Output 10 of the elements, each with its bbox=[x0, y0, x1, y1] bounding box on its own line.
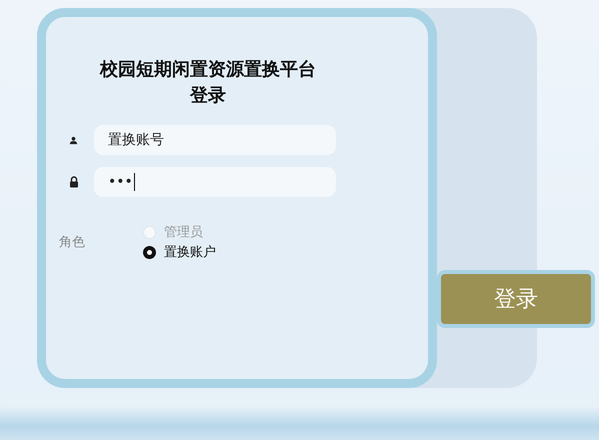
role-label: 角色 bbox=[59, 234, 86, 251]
page-title: 校园短期闲置资源置换平台 bbox=[98, 58, 317, 82]
radio-label: 管理员 bbox=[164, 224, 203, 241]
radio-label: 置换账户 bbox=[164, 244, 216, 261]
page-title: 登录 bbox=[188, 84, 227, 108]
password-field[interactable]: ••• bbox=[94, 167, 336, 197]
user-icon bbox=[69, 136, 78, 144]
lock-icon bbox=[69, 176, 79, 188]
radio-button[interactable] bbox=[143, 246, 156, 258]
username-field[interactable]: 置换账号 bbox=[94, 125, 336, 155]
